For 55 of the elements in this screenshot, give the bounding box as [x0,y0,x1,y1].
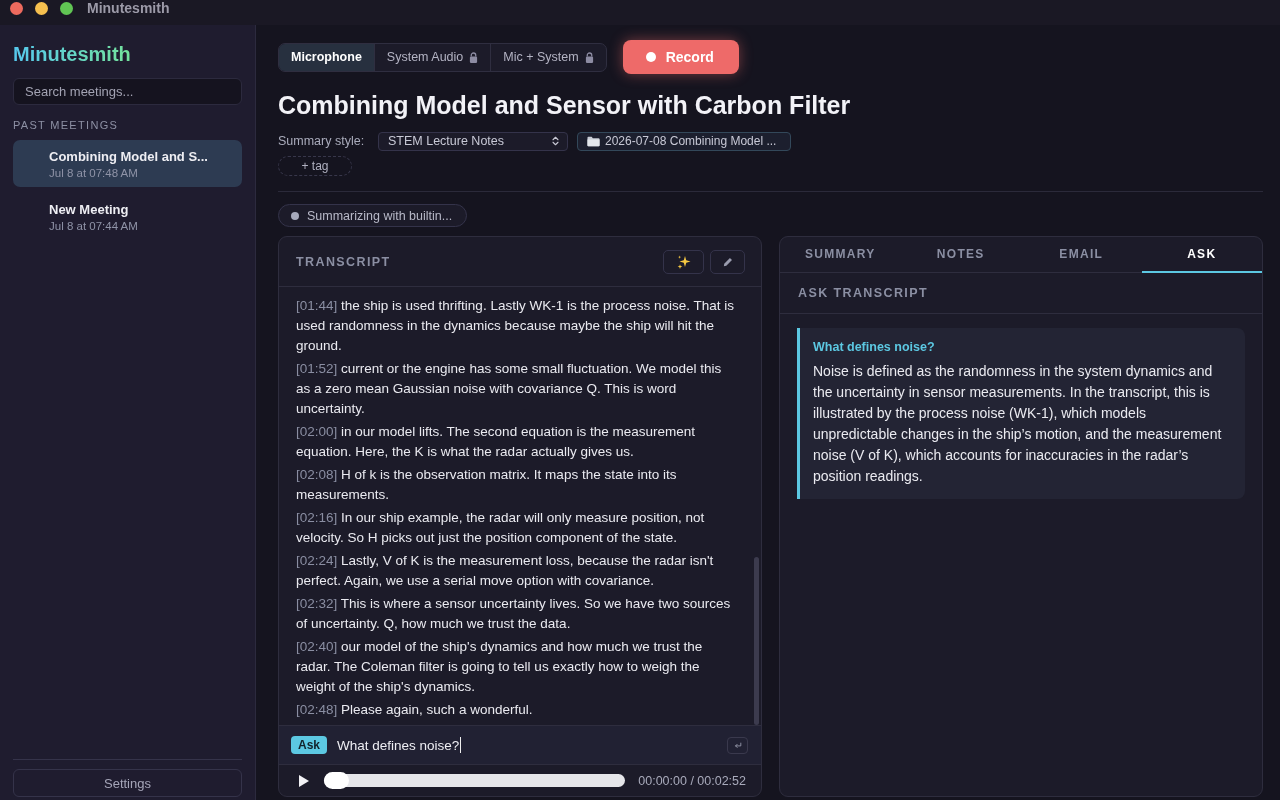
meeting-date: Jul 8 at 07:44 AM [49,219,139,233]
transcript-line: [01:52] current or the engine has some small fluctuation. We model this as a zero mean Gaussian noise with covariance Q. This is word uncertainty. [296,360,723,418]
summary-style-label: Summary style: [278,134,366,148]
panel-tab[interactable]: SUMMARY [780,237,901,273]
transcript-line: [02:32] This is where a sensor uncertainty lives. So we have two sources of uncertainty. Q, how much we trust the data. [296,595,732,633]
status-text: Summarizing with builtin... [307,208,453,223]
source-tab[interactable]: Microphone [279,43,375,71]
panel-tab[interactable]: NOTES [900,237,1021,273]
meeting-date: Jul 8 at 07:48 AM [49,166,139,180]
edit-button[interactable] [710,249,745,274]
transcript-line: [02:48] Please again, such a wonderful. [296,701,534,719]
playback-time: 00:00:00 / 00:02:52 [638,773,746,788]
magic-button[interactable] [663,249,704,274]
scrollbar-thumb[interactable] [754,557,759,725]
transcript-line: [02:24] Lastly, V of K is the measurement loss, because the radar isn't perfect. Again, we use a serial move option with covariance. [296,552,715,590]
record-dot-icon [645,52,656,62]
summary-style-select[interactable]: STEM Lecture Notes [378,131,568,151]
settings-button[interactable]: Settings [13,769,242,797]
source-tab[interactable]: System Audio [374,43,492,71]
section-label: PAST MEETINGS [13,119,120,132]
close-icon[interactable] [10,1,23,15]
folder-icon [587,135,600,147]
search-field[interactable]: Search meetings... [13,78,242,105]
slider-thumb[interactable] [324,772,349,789]
status-dot-icon [291,211,299,220]
window-title: Minutesmith [87,0,170,16]
meeting-title-heading: Combining Model and Sensor with Carbon Filter [278,90,852,121]
panel-heading: TRANSCRIPT [296,254,391,269]
transcript-line: [02:16] In our ship example, the radar will only measure position, not velocity. So H picks out just the position component of the state. [296,509,706,547]
transcript-line: [02:40] our model of the ship's dynamics and how much we trust the radar. The Coleman filter is going to tell us exactly how to weigh the weight of the ship's dynamics. [296,638,704,696]
ask-label: Ask [291,736,327,754]
meeting-item[interactable]: Combining Model and S... Jul 8 at 07:48 AM [13,140,242,187]
panel-heading: ASK TRANSCRIPT [798,286,929,300]
pencil-icon [722,256,733,267]
answer-text: Noise is defined as the randomness in the system dynamics and the uncertainty in sensor measurements. In the transcript, this is illustrated by the process noise (WK-1), which models unpredictable changes in the ship’s motion, and the measurement noise (V of K), which accounts for inaccuracies in the radar’s position readings. [813,362,1223,486]
meeting-title: Combining Model and S... [49,149,209,165]
transcript-line: [01:44] the ship is used thrifting. Lastly WK-1 is the process noise. That is used randomness in the dynamics because maybe the ship will hit the ground. [296,297,735,355]
submit-button[interactable] [727,736,748,754]
panel-tab[interactable]: ASK [1141,237,1262,273]
folder-chip[interactable]: 2026-07-08 Combining Model ... [577,131,791,151]
minimize-icon[interactable] [35,1,48,15]
return-icon [733,741,742,749]
panel-tab[interactable]: EMAIL [1021,237,1142,273]
transcript-line: [02:00] in our model lifts. The second equation is the measurement equation. Here, the K is what the radar actually gives us. [296,423,696,461]
meeting-item[interactable]: New Meeting Jul 8 at 07:44 AM [13,193,242,240]
play-icon[interactable] [299,774,309,787]
meeting-title: New Meeting [49,202,130,218]
chevron-updown-icon [552,136,559,146]
maximize-icon[interactable] [60,1,73,15]
sparkle-icon [676,254,691,269]
ask-input[interactable]: What defines noise? [337,735,717,755]
transcript-line: [02:08] H of k is the observation matrix. It maps the state into its measurements. [296,466,678,504]
source-tab[interactable]: Mic + System [491,43,606,71]
question-text: What defines noise? [813,339,936,355]
seek-slider[interactable] [324,774,625,787]
